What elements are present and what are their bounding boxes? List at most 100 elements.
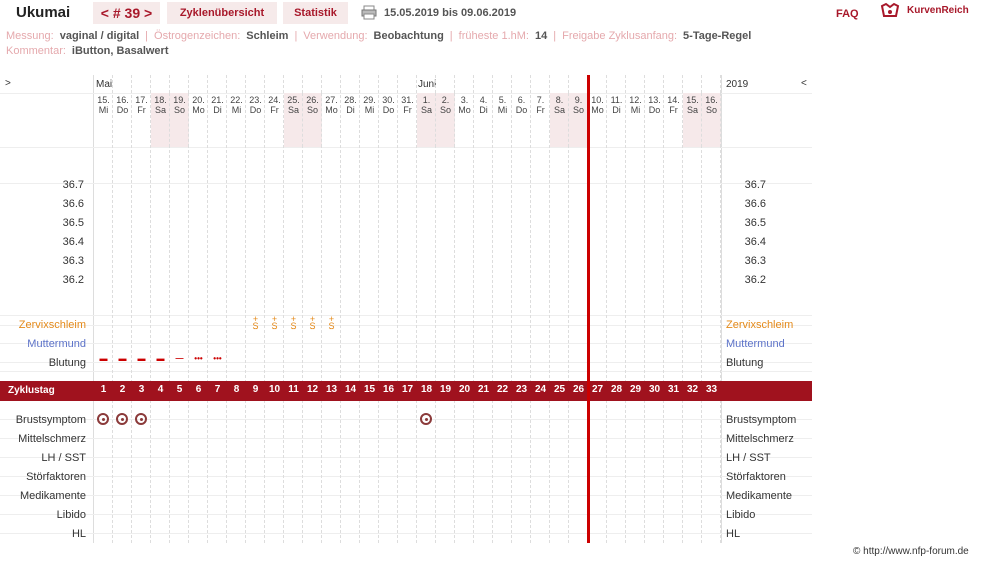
temp-label-left: 36.2 xyxy=(62,274,84,286)
day-weekday: Mo xyxy=(325,105,338,115)
schleim-marker[interactable]: + S ‾ xyxy=(265,315,284,338)
day-weekday: Sa xyxy=(553,105,565,115)
printer-icon[interactable] xyxy=(361,5,377,20)
cycle-day-number: 16 xyxy=(382,384,395,395)
day-number: 5. xyxy=(498,95,507,105)
oestrogen-label: Östrogenzeichen: xyxy=(154,30,241,42)
day-number: 6. xyxy=(517,95,526,105)
schleim-marker[interactable]: + S ‾ xyxy=(284,315,303,338)
day-number: 15. xyxy=(97,95,110,105)
day-weekday: Mo xyxy=(458,105,471,115)
cycle-day-number: 9 xyxy=(252,384,259,395)
cycle-day-number: 33 xyxy=(705,384,718,395)
day-number: 26. xyxy=(306,95,319,105)
day-column xyxy=(246,75,265,543)
schleim-marker[interactable]: + S ‾ xyxy=(246,315,265,338)
chart-prev-arrow[interactable]: > xyxy=(5,78,11,89)
row-label-right: HL xyxy=(726,528,741,540)
day-number: 12. xyxy=(629,95,642,105)
cycle-day-label: Zyklustag xyxy=(8,385,55,396)
kurvenreich-logo-text[interactable]: KurvenReich xyxy=(907,5,969,16)
freigabe-value: 5-Tage-Regel xyxy=(683,30,752,42)
day-number: 27. xyxy=(325,95,338,105)
tab-zyklenuebersicht[interactable]: Zyklenübersicht xyxy=(167,2,277,24)
day-column xyxy=(360,75,379,543)
row-label-right: Mittelschmerz xyxy=(726,433,794,445)
day-weekday: So xyxy=(705,105,717,115)
bleeding-marker[interactable]: ▬ xyxy=(113,354,132,363)
day-column xyxy=(588,75,607,543)
row-label-left: Mittelschmerz xyxy=(18,433,86,445)
cycle-day-number: 11 xyxy=(288,384,299,395)
day-weekday: Mo xyxy=(192,105,205,115)
day-number: 1. xyxy=(422,95,431,105)
breast-symptom-marker[interactable] xyxy=(420,413,432,425)
day-number: 14. xyxy=(667,95,680,105)
tab-statistik[interactable]: Statistik xyxy=(283,2,348,24)
day-weekday: Sa xyxy=(686,105,698,115)
day-column xyxy=(531,75,550,543)
day-number: 11. xyxy=(610,95,623,105)
row-label-left: Blutung xyxy=(48,357,86,369)
bleeding-marker[interactable]: ▬ xyxy=(132,354,151,363)
cycle-day-number: 29 xyxy=(629,384,642,395)
row-label-right: Zervixschleim xyxy=(726,319,794,331)
freigabe-label: Freigabe Zyklusanfang: xyxy=(562,30,678,42)
bleeding-marker[interactable]: ▬ xyxy=(94,354,113,363)
day-number: 15. xyxy=(686,95,699,105)
day-weekday: Di xyxy=(479,105,488,115)
cycle-day-number: 8 xyxy=(233,384,240,395)
bleeding-marker[interactable]: ••• xyxy=(208,354,227,363)
app-title: Ukumai xyxy=(16,4,71,21)
temp-label-left: 36.6 xyxy=(62,198,84,210)
copyright[interactable]: © http://www.nfp-forum.de xyxy=(853,546,969,557)
cycle-day-number: 19 xyxy=(439,384,452,395)
day-weekday: Fr xyxy=(536,105,545,115)
day-number: 29. xyxy=(363,95,376,105)
cycle-day-number: 31 xyxy=(667,384,680,395)
cycle-day-number: 6 xyxy=(195,384,202,395)
day-weekday: Di xyxy=(346,105,355,115)
breast-symptom-marker[interactable] xyxy=(97,413,109,425)
temp-label-left: 36.7 xyxy=(62,179,84,191)
schleim-marker[interactable]: + S ‾ xyxy=(322,315,341,338)
kommentar-label: Kommentar: xyxy=(6,45,66,57)
day-number: 16. xyxy=(705,95,718,105)
day-number: 23. xyxy=(249,95,262,105)
row-label-right: Muttermund xyxy=(726,338,785,350)
temp-label-right: 36.4 xyxy=(744,236,766,248)
row-label-left: HL xyxy=(71,528,86,540)
row-label-right: LH / SST xyxy=(726,452,771,464)
day-column xyxy=(398,75,417,543)
day-weekday: Sa xyxy=(154,105,166,115)
chart-next-arrow[interactable]: < xyxy=(801,78,807,89)
bleeding-marker[interactable]: ••• xyxy=(189,354,208,363)
header: Ukumai < # 39 > Zyklenübersicht Statisti… xyxy=(0,0,981,26)
kurvenreich-logo-icon[interactable] xyxy=(880,2,900,20)
breast-symptom-marker[interactable] xyxy=(116,413,128,425)
hm-value: 14 xyxy=(534,30,548,42)
day-number: 31. xyxy=(401,95,414,105)
day-column xyxy=(626,75,645,543)
day-weekday: Fr xyxy=(137,105,146,115)
day-number: 17. xyxy=(135,95,148,105)
bleeding-marker[interactable]: — xyxy=(170,354,189,363)
day-weekday: Mo xyxy=(591,105,604,115)
day-number: 8. xyxy=(555,95,564,105)
bleeding-marker[interactable]: ▬ xyxy=(151,354,170,363)
cycle-nav[interactable]: < # 39 > xyxy=(93,2,160,24)
day-weekday: Fr xyxy=(669,105,678,115)
cycle-day-number: 1 xyxy=(100,384,107,395)
day-number: 19. xyxy=(173,95,186,105)
kommentar-value: iButton, Basalwert xyxy=(71,45,169,57)
day-weekday: So xyxy=(173,105,185,115)
day-weekday: Do xyxy=(382,105,395,115)
schleim-marker[interactable]: + S ‾ xyxy=(303,315,322,338)
cycle-day-number: 2 xyxy=(119,384,126,395)
day-number: 3. xyxy=(460,95,469,105)
row-label-left: Brustsymptom xyxy=(15,414,86,426)
faq-link[interactable]: FAQ xyxy=(836,8,859,20)
breast-symptom-marker[interactable] xyxy=(135,413,147,425)
temp-label-right: 36.5 xyxy=(744,217,766,229)
cycle-day-number: 3 xyxy=(138,384,145,395)
